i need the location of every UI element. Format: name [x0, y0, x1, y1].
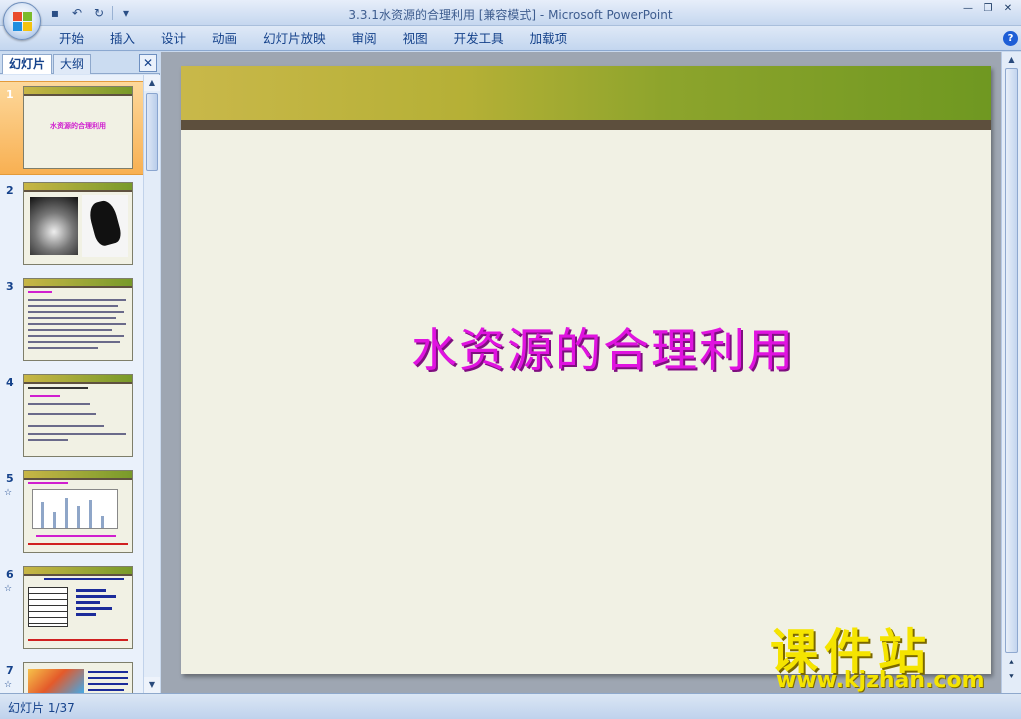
status-bar: 幻灯片 1/37: [0, 693, 1021, 719]
tab-insert[interactable]: 插入: [97, 26, 148, 51]
tab-outline[interactable]: 大纲: [53, 54, 92, 74]
close-window-icon[interactable]: ✕: [999, 2, 1017, 16]
scroll-down-icon[interactable]: ▼: [144, 677, 160, 693]
slide-title[interactable]: 水资源的合理利用: [411, 314, 795, 380]
thumbnail-3[interactable]: 3: [0, 274, 143, 368]
thumbnail-number: 3: [6, 280, 14, 293]
thumbnail-number: 7: [6, 664, 14, 677]
thumbnail-4[interactable]: 4: [0, 370, 143, 464]
thumbnail-2[interactable]: 2: [0, 178, 143, 272]
animation-star-icon: ☆: [4, 488, 13, 498]
tab-home[interactable]: 开始: [46, 26, 97, 51]
window-controls: — ❐ ✕: [959, 2, 1017, 16]
maximize-icon[interactable]: ❐: [979, 2, 997, 16]
thumbnail-slide: [23, 662, 133, 693]
thumbnail-number: 6: [6, 568, 14, 581]
thumbnail-image: [82, 195, 128, 257]
tab-slideshow[interactable]: 幻灯片放映: [250, 26, 339, 51]
slide-counter: 幻灯片 1/37: [8, 701, 75, 715]
thumbnail-number: 1: [6, 88, 14, 101]
slides-panel: 幻灯片 大纲 ✕ 1 水资源的合理利用 2 3 4 5 ☆ 6 ☆ 7 ☆ ▲ …: [0, 52, 160, 693]
thumbnail-slide: [23, 470, 133, 553]
tab-review[interactable]: 审阅: [339, 26, 390, 51]
tab-view[interactable]: 视图: [390, 26, 441, 51]
thumbnail-slide: [23, 374, 133, 457]
current-slide[interactable]: 水资源的合理利用: [181, 66, 991, 674]
tab-design[interactable]: 设计: [148, 26, 199, 51]
tab-addins[interactable]: 加载项: [517, 26, 581, 51]
thumbnail-scrollbar[interactable]: ▲ ▼: [143, 75, 160, 693]
thumbnail-image: [30, 197, 78, 255]
tab-animation[interactable]: 动画: [199, 26, 250, 51]
thumbnail-chart: [32, 489, 118, 529]
thumbnail-title: 水资源的合理利用: [50, 122, 106, 130]
thumbnail-6[interactable]: 6 ☆: [0, 562, 143, 656]
animation-star-icon: ☆: [4, 680, 13, 690]
slide-header-band: [181, 66, 991, 120]
scrollbar-thumb[interactable]: [1005, 68, 1018, 653]
ribbon-tabs: 开始 插入 设计 动画 幻灯片放映 审阅 视图 开发工具 加载项 ?: [0, 26, 1021, 51]
slide-header-divider: [181, 120, 991, 130]
animation-star-icon: ☆: [4, 584, 13, 594]
scroll-up-icon[interactable]: ▲: [1002, 52, 1021, 68]
tab-slides[interactable]: 幻灯片: [2, 54, 53, 74]
watermark-url: www.kjzhan.com: [776, 668, 985, 693]
slide-editor: 水资源的合理利用: [161, 52, 1001, 693]
thumbnail-number: 2: [6, 184, 14, 197]
scrollbar-thumb[interactable]: [146, 93, 158, 171]
thumbnail-slide: 水资源的合理利用: [23, 86, 133, 169]
thumbnail-slide: [23, 566, 133, 649]
office-button[interactable]: [3, 2, 41, 40]
watermark: 课件站 www.kjzhan.com: [770, 612, 1010, 694]
window-title: 3.3.1水资源的合理利用 [兼容模式] - Microsoft PowerPo…: [348, 8, 673, 22]
thumbnail-slide: [23, 278, 133, 361]
editor-scrollbar[interactable]: ▲ ⯅ ⯆: [1001, 52, 1021, 693]
thumbnail-7[interactable]: 7 ☆: [0, 658, 143, 693]
thumbnail-table: [28, 587, 68, 627]
powerpoint-window: ▪ ↶ ↻ ▾ 3.3.1水资源的合理利用 [兼容模式] - Microsoft…: [0, 0, 1021, 719]
thumbnail-map: [28, 669, 84, 693]
office-logo-icon: [13, 12, 32, 31]
thumbnail-number: 5: [6, 472, 14, 485]
thumbnail-5[interactable]: 5 ☆: [0, 466, 143, 560]
thumbnail-slide: [23, 182, 133, 265]
tab-developer[interactable]: 开发工具: [441, 26, 517, 51]
thumbnail-number: 4: [6, 376, 14, 389]
scroll-up-icon[interactable]: ▲: [144, 75, 160, 91]
help-icon[interactable]: ?: [1003, 31, 1018, 46]
panel-tabs: 幻灯片 大纲 ✕: [0, 52, 160, 74]
close-panel-icon[interactable]: ✕: [139, 54, 157, 72]
thumbnail-1[interactable]: 1 水资源的合理利用: [0, 81, 143, 175]
title-bar: ▪ ↶ ↻ ▾ 3.3.1水资源的合理利用 [兼容模式] - Microsoft…: [0, 0, 1021, 40]
minimize-icon[interactable]: —: [959, 2, 977, 16]
thumbnail-list: 1 水资源的合理利用 2 3 4 5 ☆ 6 ☆ 7 ☆: [0, 75, 143, 693]
